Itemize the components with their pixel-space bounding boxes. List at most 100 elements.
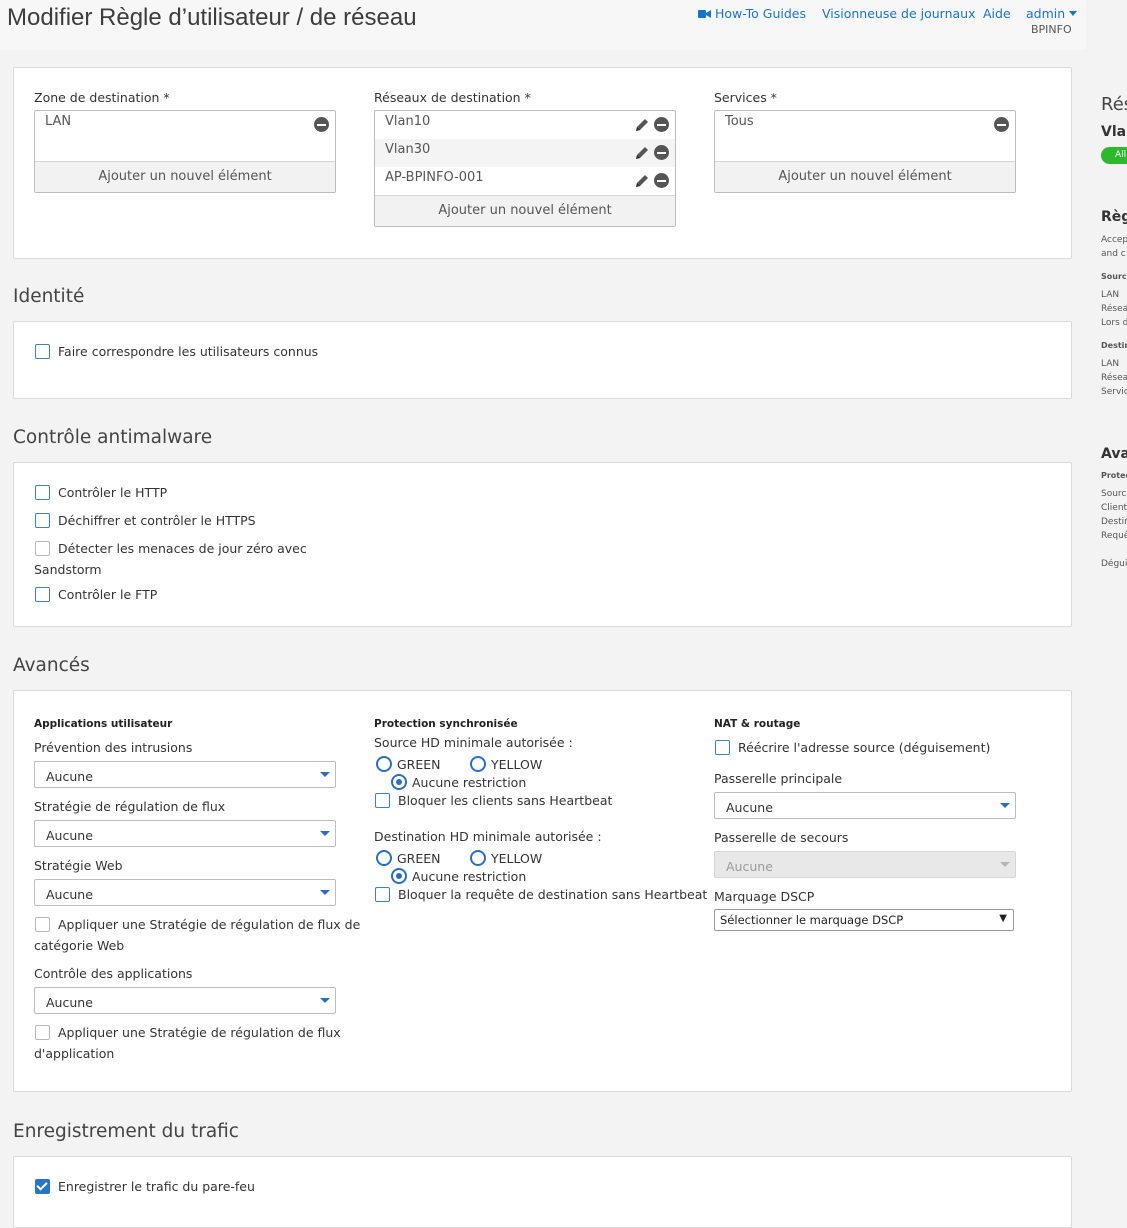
destination-networks-list: Vlan10 Vlan30 AP-BPINFO-001 Ajouter un n… <box>374 110 676 227</box>
identity-panel <box>13 321 1072 399</box>
add-network-button[interactable]: Ajouter un nouvel élément <box>375 195 675 226</box>
advanced-section-title: Avancés <box>13 655 90 676</box>
caret-down-icon <box>1000 862 1010 867</box>
remove-icon[interactable] <box>654 173 669 188</box>
page-title: Modifier Règle d’utilisateur / de réseau <box>7 4 417 31</box>
summary-accept-line2: and c <box>1101 249 1126 259</box>
web-policy-label: Stratégie Web <box>34 858 123 873</box>
add-zone-button[interactable]: Ajouter un nouvel élément <box>35 161 335 192</box>
web-policy-value: Aucune <box>46 887 93 902</box>
summary-advanced-heading: Ava <box>1101 446 1127 462</box>
caret-down-icon <box>320 890 330 895</box>
scan-ftp-label: Contrôler le FTP <box>58 587 158 602</box>
dest-hd-label: Destination HD minimale autorisée : <box>374 829 602 844</box>
source-yellow-radio[interactable] <box>470 756 486 772</box>
remove-icon[interactable] <box>314 117 329 132</box>
log-traffic-checkbox[interactable] <box>35 1179 50 1194</box>
rewrite-source-checkbox[interactable] <box>715 740 730 755</box>
help-link[interactable]: Aide <box>983 6 1011 21</box>
web-category-shaping-label-line2: catégorie Web <box>34 938 125 953</box>
dest-no-restriction-radio[interactable] <box>391 868 407 884</box>
summary-advanced-line4: Requê <box>1101 531 1127 541</box>
block-dest-heartbeat-checkbox[interactable] <box>375 887 390 902</box>
add-service-button[interactable]: Ajouter un nouvel élément <box>715 161 1015 192</box>
sandstorm-label-line2: Sandstorm <box>34 562 102 577</box>
triangle-down-icon: ▼ <box>999 913 1007 924</box>
destination-zone-list: LAN Ajouter un nouvel élément <box>34 110 336 193</box>
dest-no-restriction-label: Aucune restriction <box>412 869 527 884</box>
rewrite-source-label: Réécrire l'adresse source (déguisement) <box>738 740 991 755</box>
network-item-label: AP-BPINFO-001 <box>385 170 484 185</box>
summary-advanced-line2: Client <box>1101 503 1127 513</box>
traffic-shaping-value: Aucune <box>46 828 93 843</box>
primary-gateway-label: Passerelle principale <box>714 771 843 786</box>
network-item-label: Vlan30 <box>385 142 431 157</box>
source-green-radio[interactable] <box>376 756 392 772</box>
ips-value: Aucune <box>46 769 93 784</box>
match-known-users-checkbox[interactable] <box>35 344 50 359</box>
traffic-shaping-select[interactable]: Aucune <box>34 820 336 847</box>
services-label: Services * <box>714 90 777 105</box>
web-category-shaping-label-line1: Appliquer une Stratégie de régulation de… <box>58 917 361 932</box>
log-viewer-link[interactable]: Visionneuse de journaux <box>822 6 975 21</box>
nat-routing-heading: NAT & routage <box>714 718 801 730</box>
admin-label: admin <box>1026 6 1066 21</box>
block-source-heartbeat-checkbox[interactable] <box>375 793 390 808</box>
remove-icon[interactable] <box>994 117 1009 132</box>
pencil-icon[interactable] <box>634 145 650 161</box>
block-source-heartbeat-label: Bloquer les clients sans Heartbeat <box>398 793 613 808</box>
caret-down-icon <box>1000 803 1010 808</box>
source-no-restriction-radio[interactable] <box>391 774 407 790</box>
ips-select[interactable]: Aucune <box>34 761 336 788</box>
caret-down-icon <box>320 772 330 777</box>
page-header: Modifier Règle d’utilisateur / de réseau… <box>0 0 1086 50</box>
caret-down-icon <box>1069 11 1078 16</box>
web-category-shaping-checkbox[interactable] <box>35 917 50 932</box>
zone-item-label: LAN <box>45 114 72 129</box>
traffic-shaping-label: Stratégie de régulation de flux <box>34 799 226 814</box>
backup-gateway-select[interactable]: Aucune <box>714 851 1016 878</box>
app-control-select[interactable]: Aucune <box>34 987 336 1014</box>
source-yellow-label: YELLOW <box>491 757 543 772</box>
identity-section-title: Identité <box>13 286 85 307</box>
service-item-label: Tous <box>725 114 754 129</box>
remove-icon[interactable] <box>654 117 669 132</box>
sandstorm-checkbox[interactable] <box>35 541 50 556</box>
scan-ftp-checkbox[interactable] <box>35 587 50 602</box>
dscp-label: Marquage DSCP <box>714 889 815 904</box>
dscp-value: Sélectionner le marquage DSCP <box>720 913 904 927</box>
ips-label: Prévention des intrusions <box>34 740 193 755</box>
howto-guides-link[interactable]: How-To Guides <box>698 6 806 21</box>
summary-dest-line2: Résea <box>1101 373 1127 383</box>
primary-gateway-select[interactable]: Aucune <box>714 792 1016 819</box>
destination-zone-label: Zone de destination * <box>34 90 170 105</box>
summary-status-badge: All <box>1101 147 1127 164</box>
backup-gateway-value: Aucune <box>726 859 773 874</box>
pencil-icon[interactable] <box>634 173 650 189</box>
sync-security-heading: Protection synchronisée <box>374 718 518 730</box>
block-dest-heartbeat-label: Bloquer la requête de destination sans H… <box>398 887 708 902</box>
video-camera-icon <box>698 10 711 18</box>
services-list: Tous Ajouter un nouvel élément <box>714 110 1016 193</box>
source-hd-label: Source HD minimale autorisée : <box>374 735 573 750</box>
match-known-users-label: Faire correspondre les utilisateurs conn… <box>58 344 319 359</box>
dscp-select[interactable]: Sélectionner le marquage DSCP ▼ <box>714 909 1014 931</box>
remove-icon[interactable] <box>654 145 669 160</box>
app-shaping-checkbox[interactable] <box>35 1025 50 1040</box>
source-no-restriction-label: Aucune restriction <box>412 775 527 790</box>
web-policy-select[interactable]: Aucune <box>34 879 336 906</box>
summary-dest-line3: Servic <box>1101 387 1127 397</box>
summary-source-heading: Source <box>1101 272 1127 281</box>
admin-menu[interactable]: admin <box>1026 6 1078 21</box>
scan-https-checkbox[interactable] <box>35 513 50 528</box>
dest-green-label: GREEN <box>397 851 441 866</box>
pencil-icon[interactable] <box>634 117 650 133</box>
dest-green-radio[interactable] <box>376 850 392 866</box>
caret-down-icon <box>320 998 330 1003</box>
scan-http-checkbox[interactable] <box>35 485 50 500</box>
dest-yellow-radio[interactable] <box>470 850 486 866</box>
list-item: Tous <box>715 111 1015 161</box>
app-shaping-label-line2: d'application <box>34 1046 115 1061</box>
network-item-label: Vlan10 <box>385 114 431 129</box>
logging-section-title: Enregistrement du trafic <box>13 1121 239 1142</box>
